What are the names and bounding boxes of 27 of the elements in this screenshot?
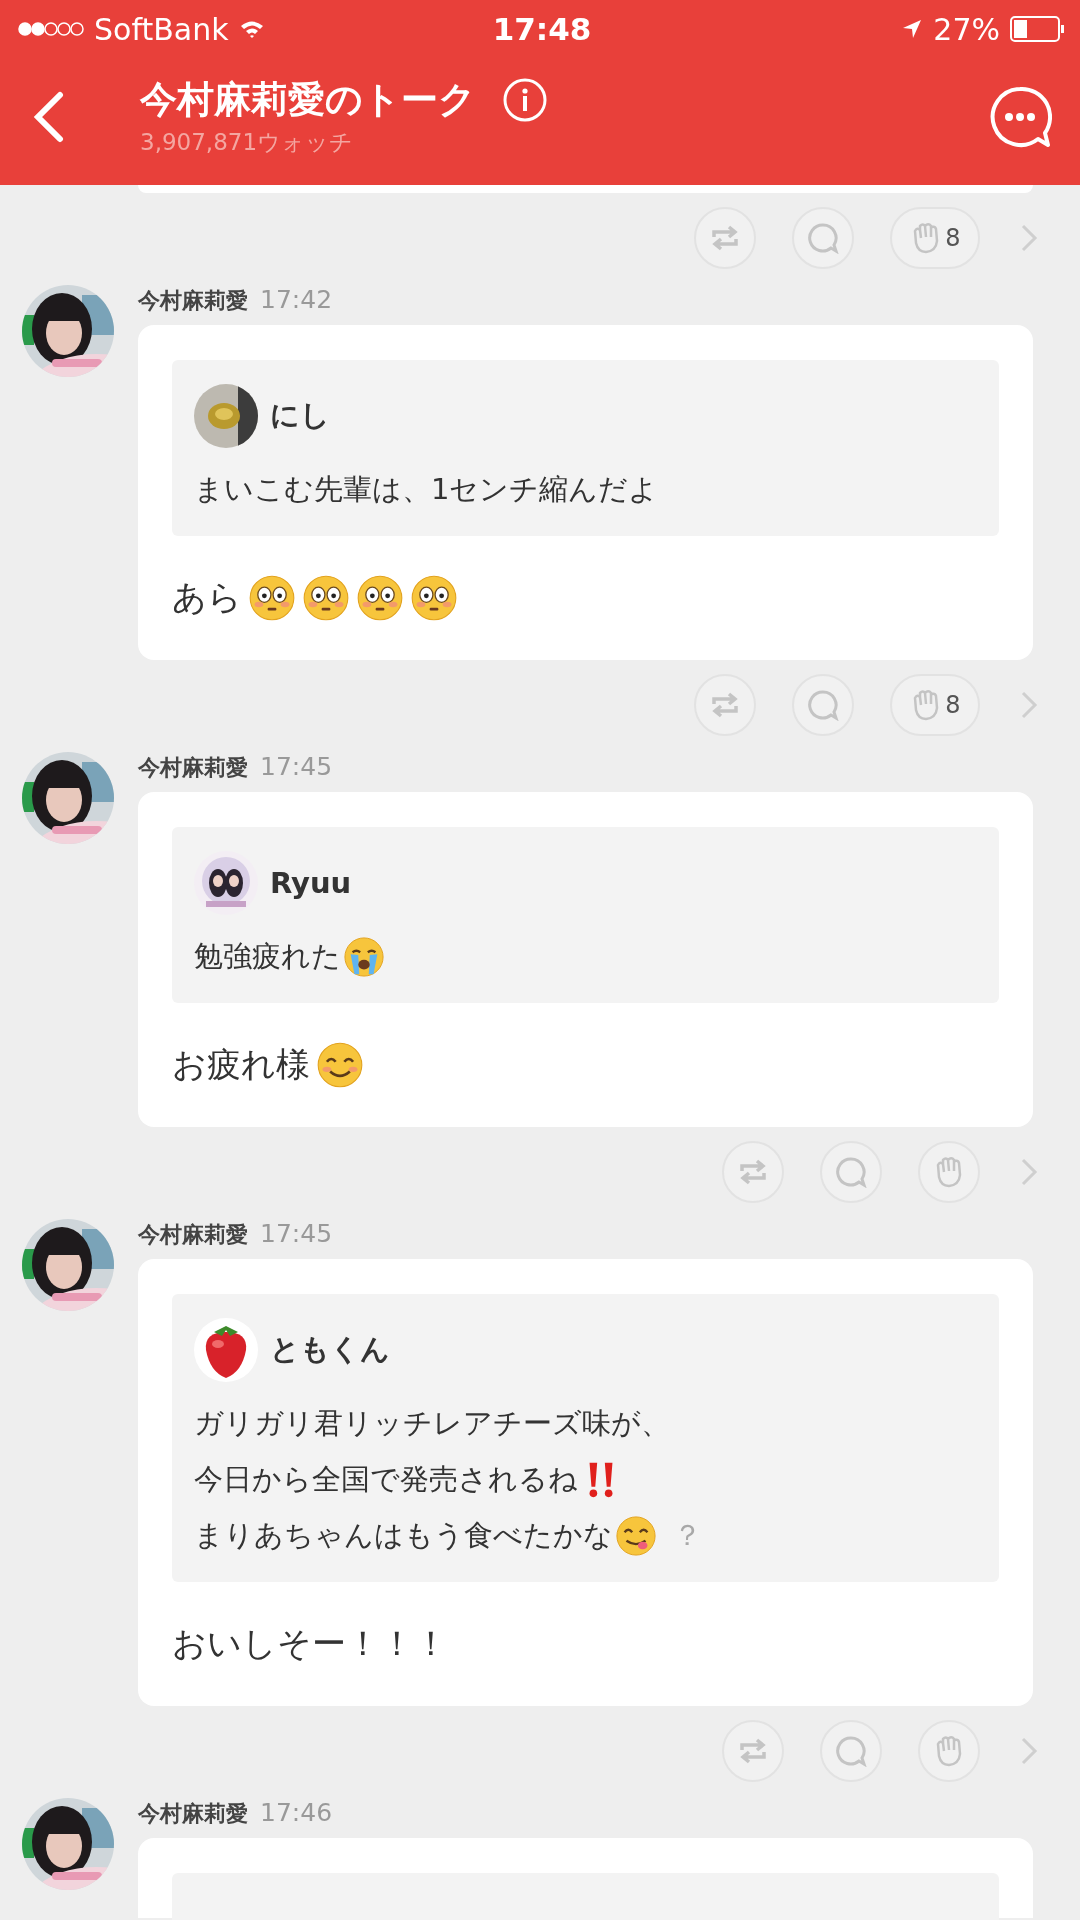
clap-button[interactable]: 8 xyxy=(890,207,980,269)
header-title: 今村麻莉愛のトーク xyxy=(140,77,476,123)
post-time: 17:45 xyxy=(260,1219,333,1248)
message-text: あら xyxy=(172,576,242,619)
message-text: おいしそー！！！ xyxy=(172,1622,448,1665)
watch-count: 3,907,871ウォッチ xyxy=(140,128,355,157)
message-text: お疲れ様 xyxy=(172,1043,310,1086)
post-time: 17:42 xyxy=(260,285,333,314)
author-name: 今村麻莉愛 xyxy=(138,1800,248,1828)
quoted-author: Ryuu xyxy=(270,866,352,900)
post-time: 17:46 xyxy=(260,1798,333,1827)
author-name: 今村麻莉愛 xyxy=(138,754,248,782)
quoted-text: まりあちゃんはもう食べたかな xyxy=(194,1517,613,1554)
post-time: 17:45 xyxy=(260,752,333,781)
faint-mark: ？ xyxy=(673,1517,702,1554)
quoted-author: ともくん xyxy=(270,1331,390,1368)
clock-time: 17:48 xyxy=(492,11,592,47)
author-name: 今村麻莉愛 xyxy=(138,287,248,315)
author-name: 今村麻莉愛 xyxy=(138,1221,248,1249)
quoted-text: 今日から全国で発売されるね xyxy=(194,1461,578,1498)
quoted-text: 勉強疲れた xyxy=(194,938,341,975)
quoted-text: ガリガリ君リッチレアチーズ味が、 xyxy=(194,1405,670,1442)
battery-percent: 27% xyxy=(933,11,1000,47)
clap-button[interactable]: 8 xyxy=(890,674,980,736)
quoted-author: にし xyxy=(270,397,330,434)
quoted-text: まいこむ先輩は、1センチ縮んだよ xyxy=(194,471,659,508)
carrier-name: SoftBank xyxy=(94,11,229,47)
